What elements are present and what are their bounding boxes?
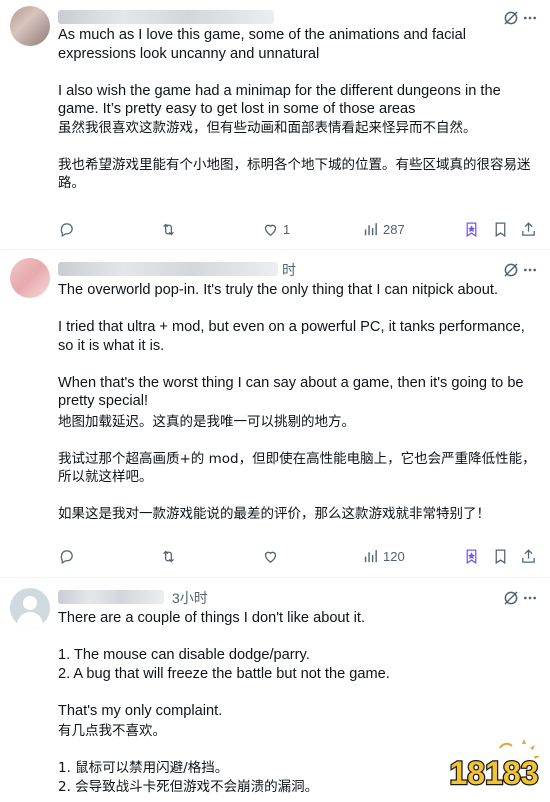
like-count: 1 <box>283 221 291 237</box>
grok-icon[interactable] <box>502 9 520 27</box>
post-paragraph-en: The overworld pop-in. It's truly the onl… <box>58 282 499 298</box>
post-text: The overworld pop-in. It's truly the onl… <box>58 281 540 524</box>
post-time[interactable]: 时 <box>282 260 296 280</box>
more-options-icon[interactable] <box>522 590 538 606</box>
post-paragraph-en: That's my only complaint. <box>58 702 223 719</box>
retweet-icon <box>163 550 174 562</box>
post-paragraph-cn: 我试过那个超高画质+的 mod，但即使在高性能电脑上，它也会严重降低性能，所以就… <box>58 450 536 486</box>
post-paragraph-en: 2. A bug that will freeze the battle but… <box>58 665 390 682</box>
post-paragraph-en: I also wish the game had a minimap for t… <box>58 82 501 118</box>
retweet-button[interactable] <box>160 546 177 566</box>
post-paragraph-cn: 如果这是我对一款游戏能说的最差的评价，那么这款游戏就非常特别了！ <box>58 506 490 522</box>
post-paragraph-cn: 我也希望游戏里能有个小地图，标明各个地下城的位置。有些区域真的很容易迷路。 <box>58 156 531 192</box>
post-text: As much as I love this game, some of the… <box>58 26 540 193</box>
retweet-icon <box>163 223 174 235</box>
grok-icon[interactable] <box>502 589 520 607</box>
heart-icon <box>264 224 277 236</box>
username-blurred[interactable] <box>58 10 274 24</box>
reply-icon <box>60 549 73 564</box>
avatar[interactable] <box>10 588 50 628</box>
post-paragraph-en: There are a couple of things I don't lik… <box>58 610 366 626</box>
heart-icon <box>264 551 277 563</box>
views-button[interactable]: 120 <box>362 546 405 566</box>
username-blurred[interactable] <box>58 262 278 276</box>
like-button[interactable] <box>262 546 279 566</box>
watermark-text: 18183 <box>450 755 539 791</box>
grok-icon <box>466 221 477 237</box>
views-button[interactable]: 287 <box>362 219 405 239</box>
site-watermark-logo: 18183 <box>448 739 540 792</box>
post-paragraph-en: I tried that ultra + mod, but even on a … <box>58 319 525 354</box>
username-blurred[interactable] <box>58 590 164 604</box>
avatar[interactable] <box>10 6 50 46</box>
share-icon <box>522 221 535 236</box>
share-button[interactable] <box>520 219 537 239</box>
bookmark-button[interactable] <box>492 546 509 566</box>
post-paragraph-cn: 地图加载延迟。这真的是我唯一可以挑剔的地方。 <box>58 413 355 430</box>
share-icon <box>522 548 535 563</box>
grok-icon <box>466 548 477 564</box>
bookmark-icon <box>495 548 506 564</box>
reply-icon <box>60 222 73 237</box>
retweet-button[interactable] <box>160 219 177 239</box>
post-paragraph-en: 1. The mouse can disable dodge/parry. <box>58 647 310 663</box>
default-avatar-head <box>23 596 37 610</box>
like-button[interactable]: 1 <box>262 219 290 239</box>
bookmark-icon <box>495 221 506 237</box>
grok-analyze-button[interactable] <box>463 546 480 566</box>
post-paragraph-en: When that's the worst thing I can say ab… <box>58 374 524 410</box>
default-avatar-body <box>17 612 43 628</box>
more-options-icon[interactable] <box>522 262 538 278</box>
post-actions: 120 <box>58 546 540 566</box>
post-2[interactable]: 时 The overworld pop-in. It's truly the o… <box>0 250 550 578</box>
post-paragraph-cn: 虽然我很喜欢这款游戏，但有些动画和面部表情看起来怪异而不自然。 <box>58 119 477 136</box>
reply-button[interactable] <box>58 546 75 566</box>
view-count: 287 <box>383 221 405 237</box>
views-icon <box>364 549 377 562</box>
share-button[interactable] <box>520 546 537 566</box>
view-count: 120 <box>383 548 405 564</box>
bookmark-button[interactable] <box>492 219 509 239</box>
post-1[interactable]: As much as I love this game, some of the… <box>0 0 550 250</box>
avatar[interactable] <box>10 258 50 298</box>
more-options-icon[interactable] <box>522 10 538 26</box>
post-time[interactable]: 3小时 <box>172 588 208 608</box>
reply-button[interactable] <box>58 219 75 239</box>
post-actions: 1 287 <box>58 219 540 239</box>
grok-analyze-button[interactable] <box>463 219 480 239</box>
views-icon <box>364 222 377 235</box>
post-paragraph-en: As much as I love this game, some of the… <box>58 27 467 62</box>
grok-icon[interactable] <box>502 261 520 279</box>
